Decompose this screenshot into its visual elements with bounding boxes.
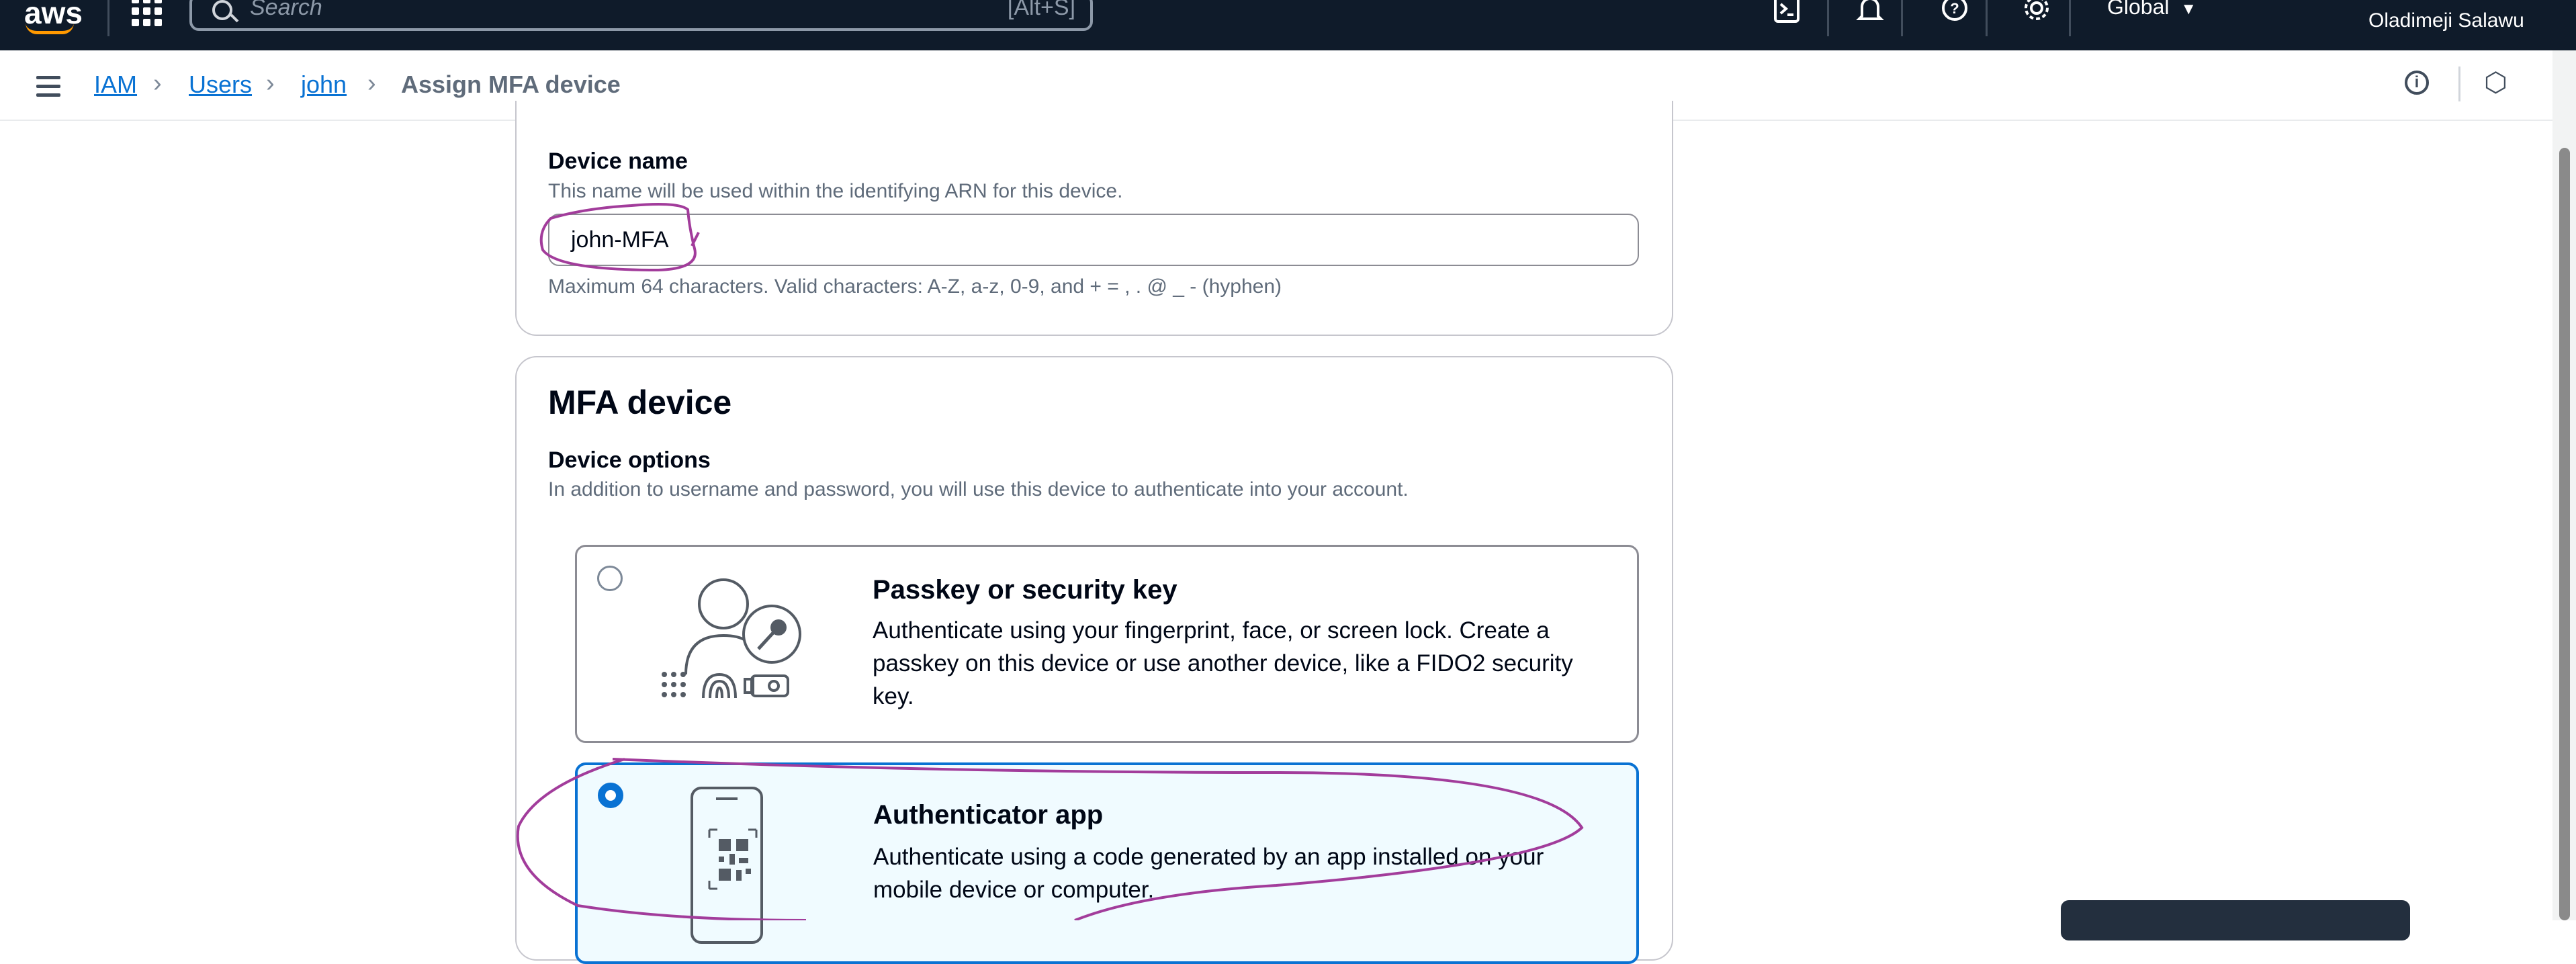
floating-panel[interactable]: [2061, 900, 2410, 940]
nav-divider: [1827, 0, 1829, 36]
region-label: Global: [2107, 0, 2170, 19]
search-placeholder: Search: [250, 0, 322, 20]
search-icon: [212, 0, 232, 20]
device-options-label: Device options: [548, 447, 711, 473]
top-navigation: aws Search [Alt+S] ? Global ▼ Oladimeji …: [0, 0, 2576, 50]
authenticator-description: Authenticate using a code generated by a…: [873, 844, 1544, 903]
svg-text:?: ?: [1950, 0, 1959, 17]
option-passkey-tile[interactable]: Passkey or security key Authenticate usi…: [575, 545, 1639, 743]
device-name-constraint: Maximum 64 characters. Valid characters:…: [548, 275, 1282, 298]
settings-gear-icon[interactable]: [2022, 0, 2051, 24]
device-name-value: john-MFA: [571, 227, 669, 253]
notifications-bell-icon[interactable]: [1855, 0, 1885, 24]
mfa-device-heading: MFA device: [548, 384, 732, 421]
passkey-illustration-icon: [662, 578, 801, 699]
passkey-title: Passkey or security key: [873, 575, 1178, 605]
region-caret-icon: ▼: [2180, 0, 2197, 18]
feedback-hexagon-icon[interactable]: ⬡: [2484, 69, 2508, 96]
aws-logo-smile: [26, 23, 74, 34]
option-authenticator-tile[interactable]: Authenticator app Authenticate using a c…: [575, 762, 1639, 964]
device-options-description: In addition to username and password, yo…: [548, 478, 1409, 500]
search-shortcut: [Alt+S]: [1007, 0, 1075, 20]
authenticator-title: Authenticator app: [873, 800, 1104, 830]
breadcrumb-users[interactable]: Users: [189, 71, 252, 99]
nav-divider: [1986, 0, 1988, 36]
breadcrumb-separator: ›: [266, 69, 275, 97]
breadcrumb-john[interactable]: john: [301, 71, 347, 99]
authenticator-phone-qr-icon: [691, 787, 763, 944]
passkey-radio[interactable]: [597, 566, 623, 591]
nav-divider: [2069, 0, 2071, 36]
nav-divider: [107, 0, 109, 36]
region-selector[interactable]: Global ▼: [2107, 0, 2196, 19]
breadcrumb-current: Assign MFA device: [401, 71, 621, 98]
device-name-label: Device name: [548, 148, 688, 174]
help-icon[interactable]: ?: [1940, 0, 1969, 24]
menu-icon[interactable]: [36, 76, 60, 102]
authenticator-radio[interactable]: [598, 783, 623, 808]
scrollbar-thumb[interactable]: [2559, 148, 2570, 920]
device-name-input[interactable]: john-MFA: [548, 214, 1639, 266]
breadcrumb-separator: ›: [153, 69, 162, 97]
breadcrumb-divider: [2458, 67, 2460, 101]
passkey-description: Authenticate using your fingerprint, fac…: [873, 617, 1573, 709]
breadcrumb-iam[interactable]: IAM: [94, 71, 137, 99]
breadcrumb-separator: ›: [367, 69, 376, 97]
account-menu[interactable]: Oladimeji Salawu: [2368, 9, 2524, 32]
search-box[interactable]: Search [Alt+S]: [189, 0, 1093, 31]
nav-divider: [1901, 0, 1903, 36]
info-icon[interactable]: i: [2405, 71, 2429, 95]
device-name-description: This name will be used within the identi…: [548, 180, 1123, 202]
services-grid-icon[interactable]: [132, 0, 162, 26]
cloudshell-icon[interactable]: [1773, 0, 1800, 24]
